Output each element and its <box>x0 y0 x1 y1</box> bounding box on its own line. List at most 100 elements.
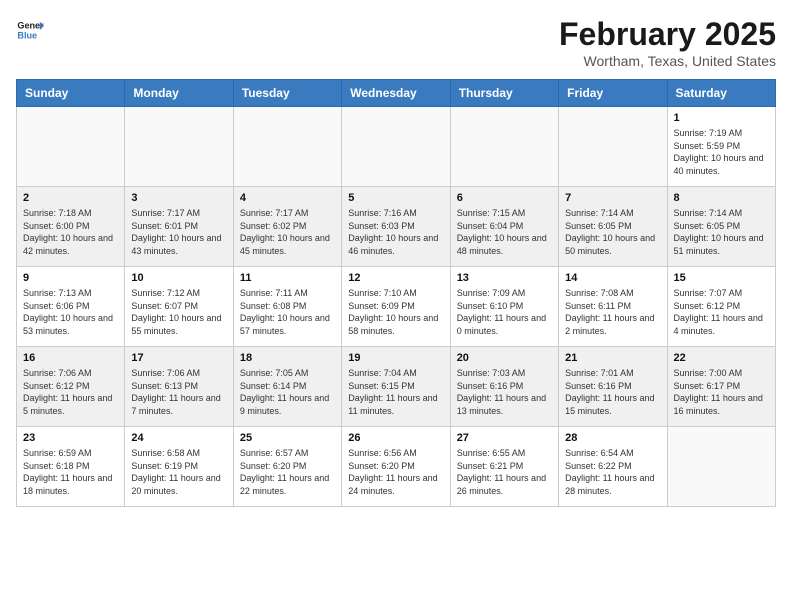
calendar-day-cell <box>17 107 125 187</box>
day-number: 21 <box>565 352 660 364</box>
day-number: 8 <box>674 192 769 204</box>
calendar-day-cell: 4Sunrise: 7:17 AM Sunset: 6:02 PM Daylig… <box>233 187 341 267</box>
month-title: February 2025 <box>559 16 776 53</box>
day-info: Sunrise: 7:06 AM Sunset: 6:12 PM Dayligh… <box>23 367 118 417</box>
day-info: Sunrise: 7:19 AM Sunset: 5:59 PM Dayligh… <box>674 127 769 177</box>
day-info: Sunrise: 7:12 AM Sunset: 6:07 PM Dayligh… <box>131 287 226 337</box>
day-number: 1 <box>674 112 769 124</box>
day-number: 6 <box>457 192 552 204</box>
calendar-day-cell: 19 Sunrise: 7:04 AM Sunset: 6:15 PM Dayli… <box>342 347 450 427</box>
calendar-day-cell: 1 Sunrise: 7:19 AM Sunset: 5:59 PM Daylig… <box>667 107 775 187</box>
day-number: 7 <box>565 192 660 204</box>
day-info: Sunrise: 7:18 AM Sunset: 6:00 PM Dayligh… <box>23 207 118 257</box>
weekday-header-thursday: Thursday <box>450 80 558 107</box>
page-header: General Blue February 2025 Wortham, Texa… <box>16 16 776 69</box>
calendar-day-cell <box>559 107 667 187</box>
day-info: Sunrise: 7:04 AM Sunset: 6:15 PM Dayligh… <box>348 367 443 417</box>
day-number: 27 <box>457 432 552 444</box>
day-number: 5 <box>348 192 443 204</box>
calendar-week-row: 1 Sunrise: 7:19 AM Sunset: 5:59 PM Daylig… <box>17 107 776 187</box>
day-info: Sunrise: 7:16 AM Sunset: 6:03 PM Dayligh… <box>348 207 443 257</box>
day-number: 17 <box>131 352 226 364</box>
day-info: Sunrise: 7:07 AM Sunset: 6:12 PM Dayligh… <box>674 287 769 337</box>
day-number: 19 <box>348 352 443 364</box>
day-number: 26 <box>348 432 443 444</box>
calendar-day-cell: 10 Sunrise: 7:12 AM Sunset: 6:07 PM Dayli… <box>125 267 233 347</box>
calendar-day-cell: 15 Sunrise: 7:07 AM Sunset: 6:12 PM Dayli… <box>667 267 775 347</box>
day-info: Sunrise: 6:58 AM Sunset: 6:19 PM Dayligh… <box>131 447 226 497</box>
weekday-header-row: SundayMondayTuesdayWednesdayThursdayFrid… <box>17 80 776 107</box>
day-info: Sunrise: 6:54 AM Sunset: 6:22 PM Dayligh… <box>565 447 660 497</box>
calendar-day-cell: 13Sunrise: 7:09 AM Sunset: 6:10 PM Dayli… <box>450 267 558 347</box>
day-info: Sunrise: 7:13 AM Sunset: 6:06 PM Dayligh… <box>23 287 118 337</box>
calendar-day-cell: 22 Sunrise: 7:00 AM Sunset: 6:17 PM Dayli… <box>667 347 775 427</box>
day-number: 11 <box>240 272 335 284</box>
day-number: 28 <box>565 432 660 444</box>
day-number: 18 <box>240 352 335 364</box>
weekday-header-wednesday: Wednesday <box>342 80 450 107</box>
calendar-day-cell: 20 Sunrise: 7:03 AM Sunset: 6:16 PM Dayli… <box>450 347 558 427</box>
day-number: 22 <box>674 352 769 364</box>
calendar-day-cell: 12 Sunrise: 7:10 AM Sunset: 6:09 PM Dayli… <box>342 267 450 347</box>
day-info: Sunrise: 7:09 AM Sunset: 6:10 PM Dayligh… <box>457 287 552 337</box>
day-info: Sunrise: 7:06 AM Sunset: 6:13 PM Dayligh… <box>131 367 226 417</box>
calendar-week-row: 16 Sunrise: 7:06 AM Sunset: 6:12 PM Dayli… <box>17 347 776 427</box>
calendar-day-cell: 18 Sunrise: 7:05 AM Sunset: 6:14 PM Dayli… <box>233 347 341 427</box>
calendar-day-cell: 21 Sunrise: 7:01 AM Sunset: 6:16 PM Dayli… <box>559 347 667 427</box>
day-info: Sunrise: 7:05 AM Sunset: 6:14 PM Dayligh… <box>240 367 335 417</box>
day-number: 15 <box>674 272 769 284</box>
day-number: 25 <box>240 432 335 444</box>
day-number: 12 <box>348 272 443 284</box>
calendar-day-cell: 6 Sunrise: 7:15 AM Sunset: 6:04 PM Daylig… <box>450 187 558 267</box>
calendar-day-cell <box>667 427 775 507</box>
calendar-day-cell: 27 Sunrise: 6:55 AM Sunset: 6:21 PM Dayli… <box>450 427 558 507</box>
day-number: 9 <box>23 272 118 284</box>
title-block: February 2025 Wortham, Texas, United Sta… <box>559 16 776 69</box>
calendar-day-cell: 26 Sunrise: 6:56 AM Sunset: 6:20 PM Dayli… <box>342 427 450 507</box>
day-number: 14 <box>565 272 660 284</box>
day-info: Sunrise: 7:10 AM Sunset: 6:09 PM Dayligh… <box>348 287 443 337</box>
day-info: Sunrise: 6:57 AM Sunset: 6:20 PM Dayligh… <box>240 447 335 497</box>
day-info: Sunrise: 7:08 AM Sunset: 6:11 PM Dayligh… <box>565 287 660 337</box>
calendar-day-cell: 14 Sunrise: 7:08 AM Sunset: 6:11 PM Dayli… <box>559 267 667 347</box>
day-info: Sunrise: 7:17 AM Sunset: 6:02 PM Dayligh… <box>240 207 335 257</box>
calendar-day-cell <box>233 107 341 187</box>
calendar-day-cell: 9 Sunrise: 7:13 AM Sunset: 6:06 PM Daylig… <box>17 267 125 347</box>
day-number: 24 <box>131 432 226 444</box>
weekday-header-monday: Monday <box>125 80 233 107</box>
logo-icon: General Blue <box>16 16 44 44</box>
day-number: 2 <box>23 192 118 204</box>
calendar-day-cell: 17 Sunrise: 7:06 AM Sunset: 6:13 PM Dayli… <box>125 347 233 427</box>
day-info: Sunrise: 7:01 AM Sunset: 6:16 PM Dayligh… <box>565 367 660 417</box>
calendar-day-cell: 24 Sunrise: 6:58 AM Sunset: 6:19 PM Dayli… <box>125 427 233 507</box>
day-number: 16 <box>23 352 118 364</box>
calendar-day-cell: 23 Sunrise: 6:59 AM Sunset: 6:18 PM Dayli… <box>17 427 125 507</box>
day-number: 3 <box>131 192 226 204</box>
calendar-table: SundayMondayTuesdayWednesdayThursdayFrid… <box>16 79 776 507</box>
day-info: Sunrise: 6:56 AM Sunset: 6:20 PM Dayligh… <box>348 447 443 497</box>
calendar-week-row: 2 Sunrise: 7:18 AM Sunset: 6:00 PM Daylig… <box>17 187 776 267</box>
day-number: 20 <box>457 352 552 364</box>
day-info: Sunrise: 6:55 AM Sunset: 6:21 PM Dayligh… <box>457 447 552 497</box>
weekday-header-saturday: Saturday <box>667 80 775 107</box>
logo: General Blue <box>16 16 44 44</box>
day-number: 23 <box>23 432 118 444</box>
day-info: Sunrise: 7:00 AM Sunset: 6:17 PM Dayligh… <box>674 367 769 417</box>
day-number: 10 <box>131 272 226 284</box>
calendar-day-cell: 28 Sunrise: 6:54 AM Sunset: 6:22 PM Dayli… <box>559 427 667 507</box>
day-info: Sunrise: 7:17 AM Sunset: 6:01 PM Dayligh… <box>131 207 226 257</box>
calendar-day-cell: 11 Sunrise: 7:11 AM Sunset: 6:08 PM Dayli… <box>233 267 341 347</box>
day-info: Sunrise: 6:59 AM Sunset: 6:18 PM Dayligh… <box>23 447 118 497</box>
day-info: Sunrise: 7:14 AM Sunset: 6:05 PM Dayligh… <box>674 207 769 257</box>
day-info: Sunrise: 7:15 AM Sunset: 6:04 PM Dayligh… <box>457 207 552 257</box>
calendar-day-cell: 8 Sunrise: 7:14 AM Sunset: 6:05 PM Daylig… <box>667 187 775 267</box>
calendar-day-cell <box>450 107 558 187</box>
calendar-day-cell: 25 Sunrise: 6:57 AM Sunset: 6:20 PM Dayli… <box>233 427 341 507</box>
calendar-day-cell: 16 Sunrise: 7:06 AM Sunset: 6:12 PM Dayli… <box>17 347 125 427</box>
calendar-day-cell: 3 Sunrise: 7:17 AM Sunset: 6:01 PM Daylig… <box>125 187 233 267</box>
calendar-day-cell: 2 Sunrise: 7:18 AM Sunset: 6:00 PM Daylig… <box>17 187 125 267</box>
calendar-week-row: 9 Sunrise: 7:13 AM Sunset: 6:06 PM Daylig… <box>17 267 776 347</box>
day-info: Sunrise: 7:03 AM Sunset: 6:16 PM Dayligh… <box>457 367 552 417</box>
weekday-header-tuesday: Tuesday <box>233 80 341 107</box>
day-info: Sunrise: 7:11 AM Sunset: 6:08 PM Dayligh… <box>240 287 335 337</box>
